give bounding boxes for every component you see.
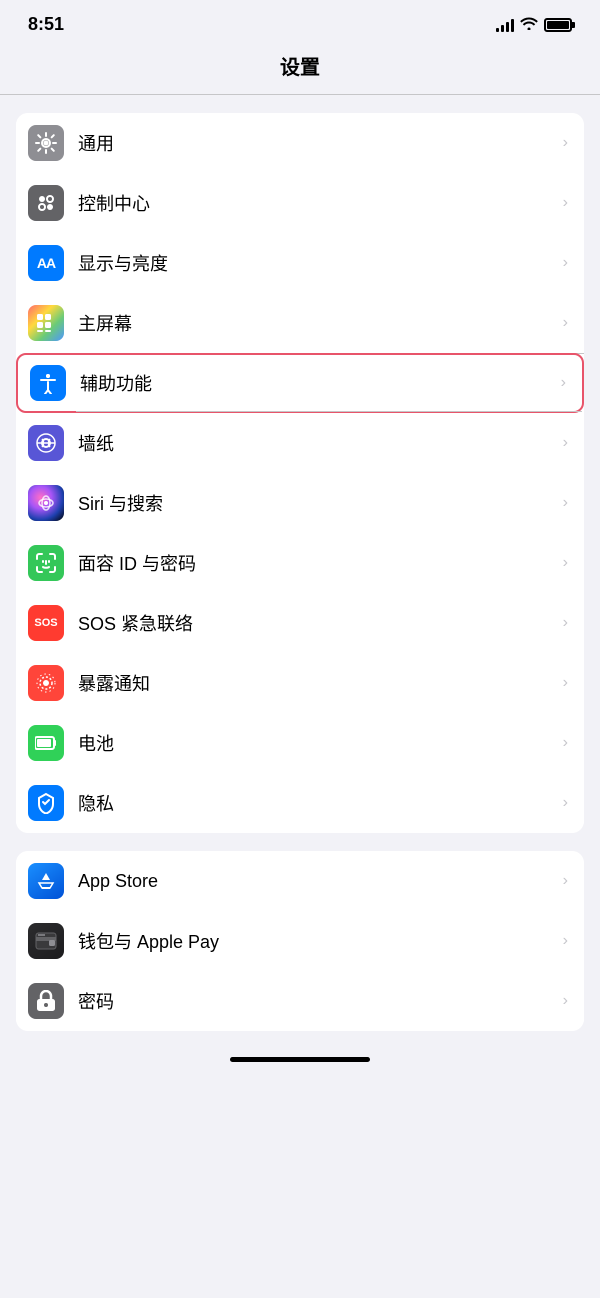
passwords-label: 密码 xyxy=(78,988,563,1014)
wifi-icon xyxy=(520,16,538,33)
settings-item-accessibility[interactable]: 辅助功能 › xyxy=(16,353,584,413)
settings-item-passwords[interactable]: 密码 › xyxy=(16,971,584,1031)
settings-item-general[interactable]: 通用 › xyxy=(16,113,584,173)
homescreen-label: 主屏幕 xyxy=(78,310,563,336)
status-icons xyxy=(496,16,572,33)
appstore-chevron: › xyxy=(563,872,568,890)
settings-item-controlcenter[interactable]: 控制中心 › xyxy=(16,173,584,233)
siri-chevron: › xyxy=(563,494,568,512)
controlcenter-chevron: › xyxy=(563,194,568,212)
settings-item-sos[interactable]: SOS SOS 紧急联络 › xyxy=(16,593,584,653)
settings-item-homescreen[interactable]: 主屏幕 › xyxy=(16,293,584,353)
settings-item-battery[interactable]: 电池 › xyxy=(16,713,584,773)
battery-label: 电池 xyxy=(78,730,563,756)
faceid-icon xyxy=(28,545,64,581)
accessibility-icon xyxy=(30,365,66,401)
accessibility-label: 辅助功能 xyxy=(80,370,561,396)
exposure-label: 暴露通知 xyxy=(78,670,563,696)
sos-chevron: › xyxy=(563,614,568,632)
settings-item-appstore[interactable]: App Store › xyxy=(16,851,584,911)
faceid-chevron: › xyxy=(563,554,568,572)
wallet-icon xyxy=(28,923,64,959)
siri-label: Siri 与搜索 xyxy=(78,490,563,516)
settings-item-wallpaper[interactable]: 墙纸 › xyxy=(16,413,584,473)
general-chevron: › xyxy=(563,134,568,152)
general-icon xyxy=(28,125,64,161)
sos-label: SOS 紧急联络 xyxy=(78,610,563,636)
faceid-label: 面容 ID 与密码 xyxy=(78,550,563,576)
settings-item-faceid[interactable]: 面容 ID 与密码 › xyxy=(16,533,584,593)
settings-section-1: 通用 › 控制中心 › AA 显示与亮度 › xyxy=(16,113,584,833)
settings-item-siri[interactable]: Siri 与搜索 › xyxy=(16,473,584,533)
appstore-icon xyxy=(28,863,64,899)
wallpaper-icon xyxy=(28,425,64,461)
appstore-label: App Store xyxy=(78,871,563,892)
home-bar xyxy=(230,1057,370,1062)
battery-chevron: › xyxy=(563,734,568,752)
status-bar: 8:51 xyxy=(0,0,600,43)
battery-settings-icon xyxy=(28,725,64,761)
controlcenter-icon xyxy=(28,185,64,221)
display-label: 显示与亮度 xyxy=(78,250,563,276)
battery-icon xyxy=(544,18,572,32)
display-icon: AA xyxy=(28,245,64,281)
settings-section-2: App Store › 钱包与 Apple Pay › 密码 › xyxy=(16,851,584,1031)
settings-item-display[interactable]: AA 显示与亮度 › xyxy=(16,233,584,293)
passwords-icon xyxy=(28,983,64,1019)
exposure-chevron: › xyxy=(563,674,568,692)
homescreen-chevron: › xyxy=(563,314,568,332)
siri-icon xyxy=(28,485,64,521)
wallet-label: 钱包与 Apple Pay xyxy=(78,928,563,954)
passwords-chevron: › xyxy=(563,992,568,1010)
status-time: 8:51 xyxy=(28,14,64,35)
privacy-label: 隐私 xyxy=(78,790,563,816)
top-divider xyxy=(0,94,600,95)
controlcenter-label: 控制中心 xyxy=(78,190,563,216)
homescreen-icon xyxy=(28,305,64,341)
general-label: 通用 xyxy=(78,130,563,156)
accessibility-chevron: › xyxy=(561,374,566,392)
page-title: 设置 xyxy=(280,57,320,79)
wallpaper-label: 墙纸 xyxy=(78,430,563,456)
settings-item-wallet[interactable]: 钱包与 Apple Pay › xyxy=(16,911,584,971)
settings-item-exposure[interactable]: 暴露通知 › xyxy=(16,653,584,713)
page-title-bar: 设置 xyxy=(0,43,600,94)
display-chevron: › xyxy=(563,254,568,272)
privacy-icon xyxy=(28,785,64,821)
exposure-icon xyxy=(28,665,64,701)
sos-icon: SOS xyxy=(28,605,64,641)
wallet-chevron: › xyxy=(563,932,568,950)
wallpaper-chevron: › xyxy=(563,434,568,452)
settings-item-privacy[interactable]: 隐私 › xyxy=(16,773,584,833)
home-indicator xyxy=(0,1049,600,1068)
privacy-chevron: › xyxy=(563,794,568,812)
signal-icon xyxy=(496,18,514,32)
